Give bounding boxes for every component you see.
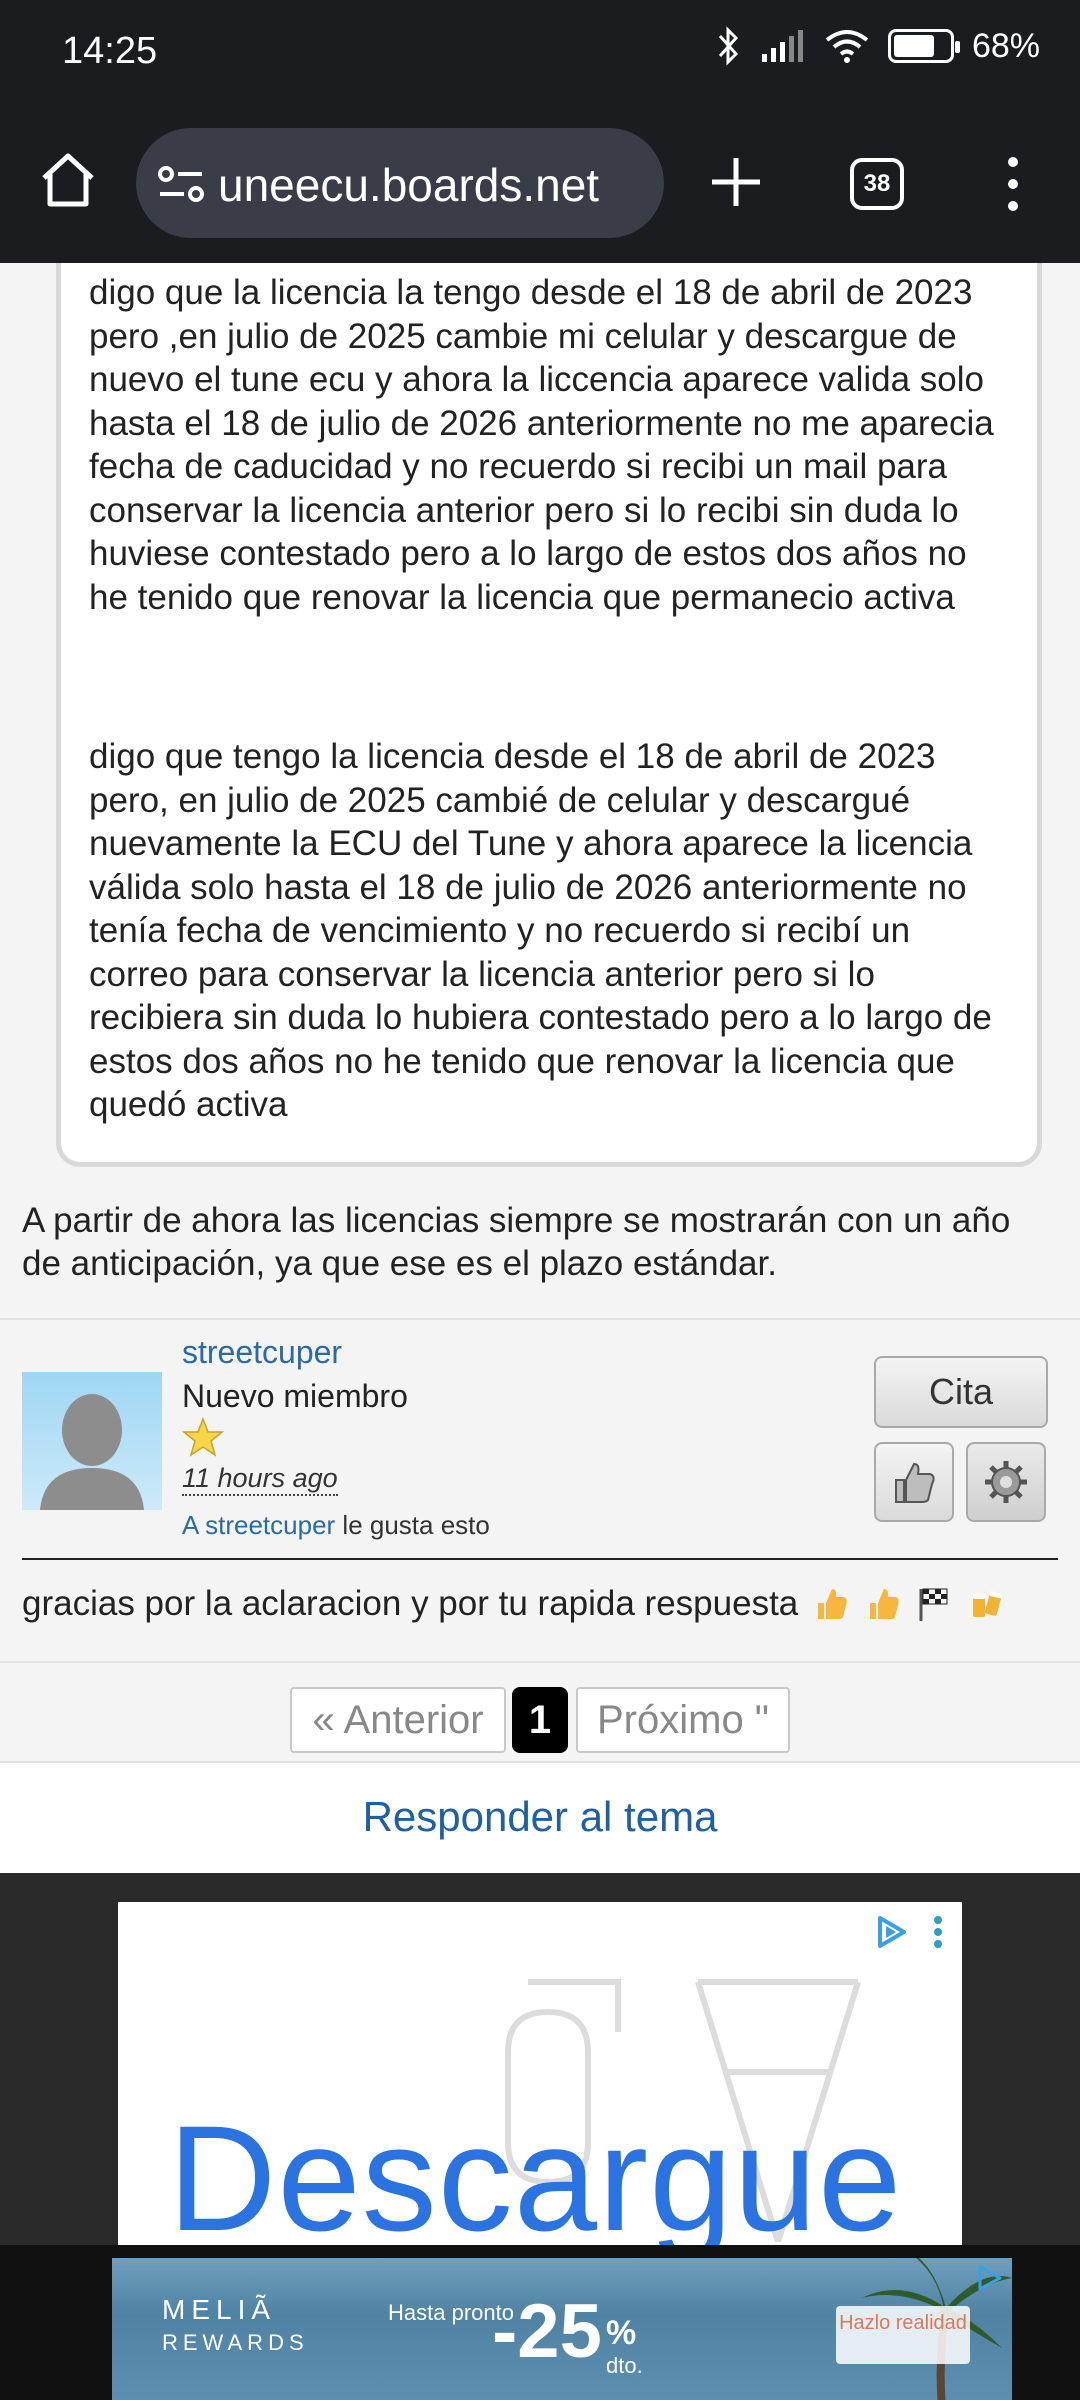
default-avatar-icon (40, 1394, 144, 1510)
post-divider (22, 1558, 1058, 1560)
current-page[interactable]: 1 (512, 1687, 568, 1753)
thumbs-up-emoji-icon (818, 1589, 847, 1619)
settings-button[interactable] (966, 1442, 1046, 1522)
banner-discount: -25 (492, 2289, 602, 2374)
status-bar: 14:25 68% (0, 0, 1080, 108)
post-body: gracias por la aclaracion y por tu rapid… (22, 1584, 1005, 1624)
display-ad[interactable]: Descargue (118, 1902, 962, 2245)
gear-icon (985, 1461, 1027, 1503)
battery-icon (887, 29, 960, 63)
post-username[interactable]: streetcuper (182, 1334, 342, 1371)
signal-icon (761, 30, 803, 62)
avatar[interactable] (22, 1372, 162, 1510)
banner-cta-button[interactable]: Hazlo realidad (836, 2306, 970, 2364)
new-tab-icon[interactable] (706, 152, 766, 212)
browser-toolbar: uneecu.boards.net 38 (0, 108, 1080, 263)
status-icons: 68% (716, 26, 1040, 66)
tab-count: 38 (863, 170, 891, 197)
star-icon (182, 1416, 224, 1457)
more-menu-icon[interactable] (998, 152, 1028, 216)
checkered-flag-emoji-icon (919, 1588, 948, 1621)
adchoices-icon[interactable] (974, 2264, 1004, 2292)
wifi-icon (825, 30, 869, 63)
likes-user-link[interactable]: A streetcuper (182, 1510, 335, 1540)
reply-to-topic-button[interactable]: Responder al tema (0, 1793, 1080, 1841)
banner-percent: % dto. (606, 2314, 643, 2378)
ad-headline[interactable]: Descargue (168, 2092, 902, 2245)
quote-paragraph-2: digo que tengo la licencia desde el 18 d… (89, 737, 992, 1124)
site-settings-icon[interactable] (158, 164, 206, 204)
post-timestamp[interactable]: 11 hours ago (182, 1462, 338, 1496)
thumbs-up-icon (895, 1462, 935, 1503)
post-text: gracias por la aclaracion y por tu rapid… (22, 1584, 799, 1623)
like-button[interactable] (874, 1442, 954, 1522)
reply-bar: Responder al tema (0, 1761, 1080, 1873)
next-page-button[interactable]: Próximo " (576, 1687, 790, 1753)
url-text[interactable]: uneecu.boards.net (218, 158, 648, 212)
quoted-message: digo que la licencia la tengo desde el 1… (56, 263, 1042, 1167)
quote-paragraph-1: digo que la licencia la tengo desde el 1… (89, 273, 994, 617)
thumbs-up-emoji-icon (869, 1589, 899, 1619)
pagination: « Anterior 1 Próximo " (0, 1661, 1080, 1761)
member-rank: Nuevo miembro (182, 1378, 408, 1414)
previous-page-button[interactable]: « Anterior (290, 1687, 506, 1753)
tab-switcher-button[interactable]: 38 (850, 158, 904, 210)
likes-suffix: le gusta esto (335, 1510, 490, 1540)
reply-note: A partir de ahora las licencias siempre … (22, 1201, 1011, 1283)
banner-ad[interactable]: MELIÃ REWARDS Hasta pronto -25 % dto. Hazl… (112, 2258, 1012, 2400)
adchoices-icon[interactable] (872, 1914, 910, 1950)
battery-level: 68% (971, 26, 1040, 65)
page-content: digo que la licencia la tengo desde el 1… (0, 263, 1080, 1873)
quote-button[interactable]: Cita (874, 1356, 1048, 1428)
home-icon[interactable] (36, 148, 100, 212)
ad-menu-icon[interactable] (932, 1914, 944, 1950)
address-bar[interactable]: uneecu.boards.net (136, 128, 664, 238)
bluetooth-icon (718, 26, 738, 66)
banner-brand: MELIÃ REWARDS (162, 2294, 309, 2355)
beer-emoji-icon (973, 1591, 1002, 1617)
likes-line: A streetcuper le gusta esto (182, 1510, 490, 1541)
status-time: 14:25 (62, 30, 158, 72)
